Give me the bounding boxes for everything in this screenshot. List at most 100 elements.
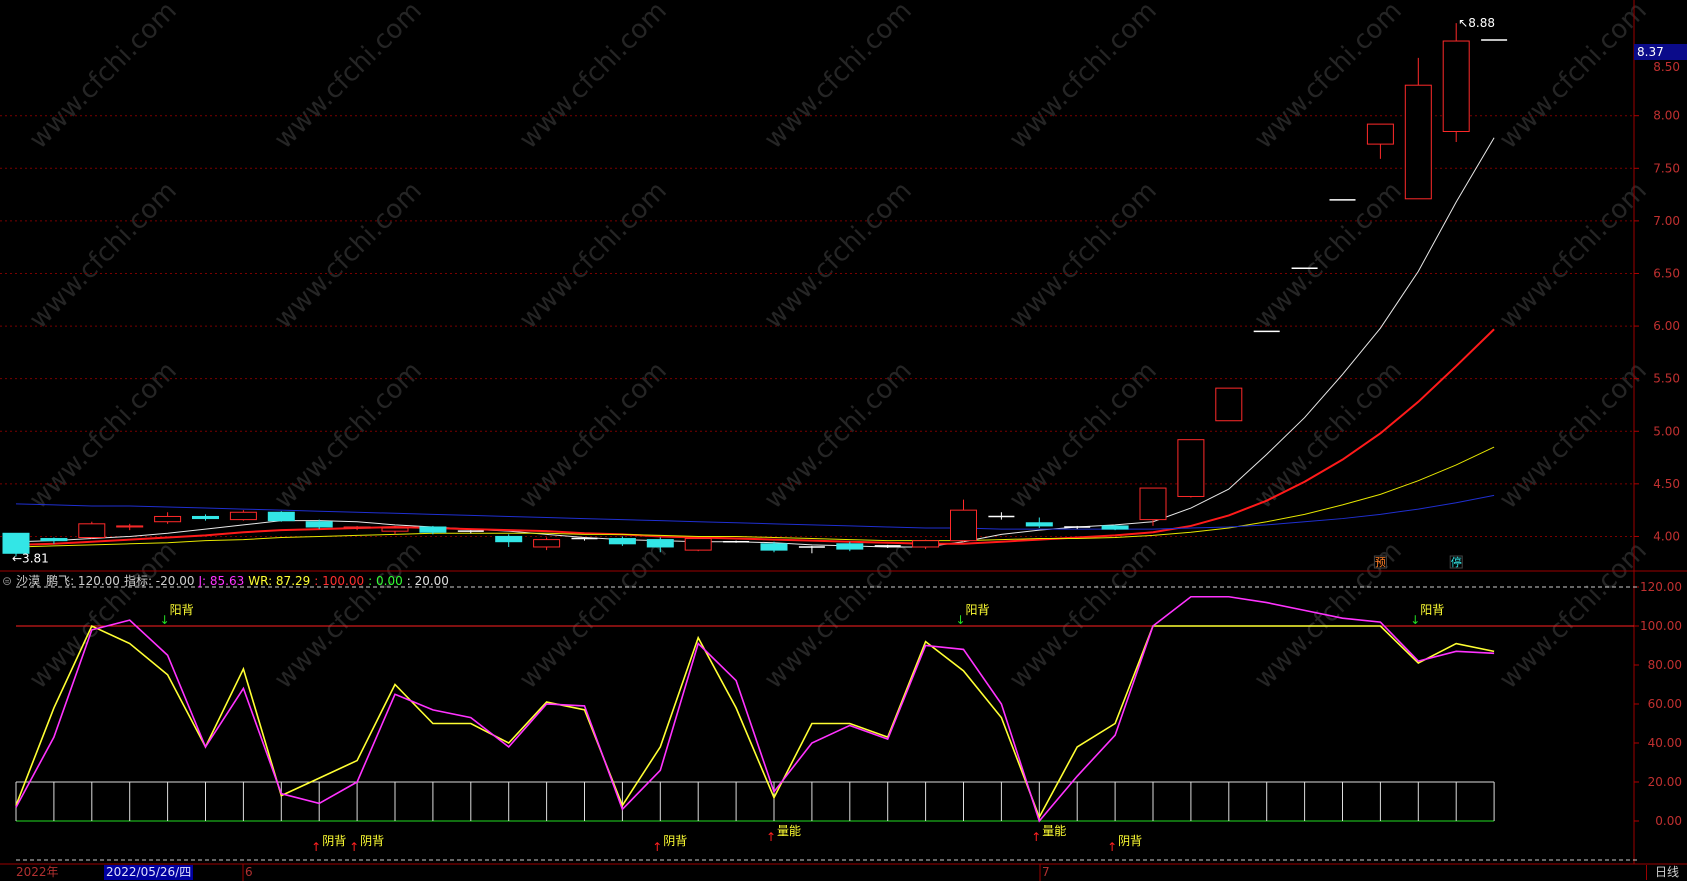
candle-body	[267, 511, 295, 522]
watermark-text: www.cfchi.com	[759, 0, 918, 155]
candle-body	[229, 511, 257, 521]
signal-up-arrow: ↑	[349, 840, 359, 854]
watermark-text: www.cfchi.com	[269, 0, 428, 155]
ind-y-tick-label: 60.00	[1648, 697, 1682, 711]
main-y-tick-label: 4.50	[1653, 477, 1680, 491]
candle	[1442, 23, 1470, 142]
candle-body	[1442, 40, 1470, 132]
x-label-cursor-date[interactable]: 2022/05/26/四	[104, 865, 194, 880]
candle-body	[1101, 525, 1129, 530]
candle-body	[608, 538, 636, 545]
candle	[723, 540, 750, 543]
watermark-text: www.cfchi.com	[1004, 176, 1163, 335]
candle	[836, 541, 864, 552]
candle	[78, 521, 106, 539]
watermark-text: www.cfchi.com	[1494, 536, 1653, 695]
stock-chart[interactable]: www.cfchi.com www.cfchi.com www.cfchi.com w…	[0, 0, 1687, 881]
signal-up-arrow: ↑	[1107, 840, 1117, 854]
main-y-tick-label: 5.50	[1653, 372, 1680, 386]
candle	[229, 510, 257, 521]
period-daily-button[interactable]: 日线	[1646, 865, 1687, 880]
candle	[798, 545, 825, 554]
indicator-name: 沙漠	[16, 574, 41, 588]
watermark-text: www.cfchi.com	[759, 536, 918, 695]
candle	[495, 534, 523, 547]
signal-down-arrow: ↓	[1410, 613, 1420, 627]
watermark-text: www.cfchi.com	[1494, 356, 1653, 515]
indicator-collapse-icon[interactable]: ⊜	[2, 574, 12, 588]
indicator-info-bar: ⊜ 沙漠 鹏飞: 120.00 指标: -20.00 J: 85.63 WR: 87.29…	[2, 572, 453, 588]
watermark-text: www.cfchi.com	[1249, 176, 1408, 335]
main-y-tick-label: 8.00	[1653, 109, 1680, 123]
main-y-tick-label: 7.00	[1653, 214, 1680, 228]
watermark-text: www.cfchi.com	[269, 536, 428, 695]
signal-marker: ↑ 阴背	[652, 834, 687, 854]
indicator-100-value: : 100.00	[314, 574, 365, 588]
candle-body	[154, 515, 182, 523]
ind-y-tick-label: 120.00	[1640, 580, 1682, 594]
watermark-text: www.cfchi.com	[269, 356, 428, 515]
signal-marker: ↑ 阴背	[349, 834, 384, 854]
signal-label: 阳背	[1420, 603, 1444, 617]
candle-body	[760, 543, 788, 551]
candle-body	[192, 515, 219, 520]
high-price-label: ↖8.88	[1458, 16, 1495, 30]
signal-down-arrow: ↓	[955, 613, 965, 627]
watermark-text: www.cfchi.com	[1004, 536, 1163, 695]
candle	[988, 512, 1015, 520]
candle	[343, 525, 371, 531]
signal-label: 阴背	[663, 834, 687, 848]
event-marker-text: 停	[1451, 555, 1462, 569]
x-label-month-6: 6	[245, 865, 253, 879]
candle-body	[1404, 84, 1432, 200]
ind-line-j	[15, 595, 1495, 823]
signal-marker: ↓阳背	[955, 603, 989, 627]
main-y-tick-label: 6.00	[1653, 319, 1680, 333]
ind-y-tick-label: 80.00	[1648, 658, 1682, 672]
candle	[267, 511, 295, 522]
candle	[912, 539, 940, 550]
candle-body	[684, 538, 712, 551]
ind-y-tick-label: 100.00	[1640, 619, 1682, 633]
signal-label: 阳背	[966, 603, 990, 617]
main-y-tick-label: 4.00	[1653, 529, 1680, 543]
date-axis-bar: 2022年 2022/05/26/四 6 7 日线	[0, 864, 1687, 881]
signal-up-arrow: ↑	[652, 840, 662, 854]
indicator-20-value: : 20.00	[406, 574, 449, 588]
low-price-label: ←3.81	[12, 551, 49, 565]
main-y-tick-label: 5.00	[1653, 424, 1680, 438]
candle-body	[78, 523, 106, 538]
watermark-text: www.cfchi.com	[269, 176, 428, 335]
signal-label: 阳背	[170, 603, 194, 617]
candle	[571, 537, 598, 541]
x-label-month-7: 7	[1042, 865, 1050, 879]
main-y-tick-label: 8.50	[1653, 60, 1680, 74]
candle-body	[1215, 387, 1243, 422]
watermark-text: www.cfchi.com	[1004, 0, 1163, 155]
candle	[1177, 439, 1205, 498]
event-marker-text: 预	[1375, 556, 1386, 569]
candle-body	[343, 526, 371, 529]
candle-body	[912, 540, 940, 548]
candle-body	[40, 538, 68, 542]
candle	[684, 537, 712, 552]
watermark-text: www.cfchi.com	[24, 0, 183, 155]
candle	[533, 537, 561, 551]
indicator-0-value: : 0.00	[368, 574, 403, 588]
indicator-j-value: J: 85.63	[198, 574, 245, 588]
candle	[1215, 387, 1243, 422]
current-price-tag: 8.37	[1634, 44, 1687, 60]
candle	[1025, 517, 1053, 529]
candle	[608, 536, 636, 546]
x-label-year: 2022年	[16, 865, 59, 879]
candle-body	[419, 526, 447, 533]
candle-body	[1177, 439, 1205, 497]
signal-marker: ↑ 阴背	[1107, 834, 1142, 854]
signal-marker: ↑ 阴背	[311, 834, 346, 854]
candle-body	[1025, 522, 1053, 527]
watermark-text: www.cfchi.com	[1494, 176, 1653, 335]
candle-body	[950, 509, 977, 542]
watermark-text: www.cfchi.com	[24, 356, 183, 515]
watermark-text: www.cfchi.com	[759, 176, 918, 335]
indicator-wr-value: WR: 87.29	[248, 574, 311, 588]
